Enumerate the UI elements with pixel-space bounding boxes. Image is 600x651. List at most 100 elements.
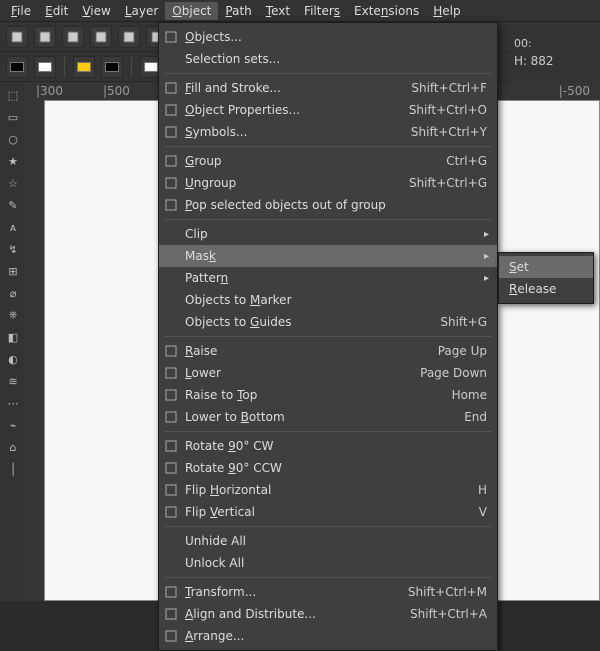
menuitem-pattern[interactable]: Pattern bbox=[159, 267, 497, 289]
dimension-readouts: 00: H: 882 bbox=[510, 22, 600, 82]
menuitem-label: Transform... bbox=[185, 585, 408, 599]
readout-h-label: H: bbox=[514, 54, 527, 68]
menuitem-flip-horizontal[interactable]: Flip HorizontalH bbox=[159, 479, 497, 501]
menuitem-flip-vertical[interactable]: Flip VerticalV bbox=[159, 501, 497, 523]
menuitem-label: Raise bbox=[185, 344, 438, 358]
tool-10[interactable]: ⎈ bbox=[4, 306, 22, 324]
menuitem-object-properties[interactable]: Object Properties...Shift+Ctrl+O bbox=[159, 99, 497, 121]
menu-extensions[interactable]: Extensions bbox=[347, 2, 426, 20]
menuitem-symbols[interactable]: Symbols...Shift+Ctrl+Y bbox=[159, 121, 497, 143]
menuitem-label: Lower bbox=[185, 366, 420, 380]
open-button[interactable] bbox=[34, 26, 56, 48]
menuitem-objects-to-guides[interactable]: Objects to GuidesShift+G bbox=[159, 311, 497, 333]
menuitem-label: Arrange... bbox=[185, 629, 487, 643]
readout-h: H: 882 bbox=[514, 54, 596, 68]
tool-2[interactable]: ○ bbox=[4, 130, 22, 148]
tool-5[interactable]: ✎ bbox=[4, 196, 22, 214]
swatch-0[interactable] bbox=[6, 56, 28, 78]
menuitem-arrange[interactable]: Arrange... bbox=[159, 625, 497, 647]
raisetop-icon bbox=[163, 387, 179, 403]
menuitem-raise[interactable]: RaisePage Up bbox=[159, 340, 497, 362]
align-icon bbox=[163, 606, 179, 622]
submenuitem-release[interactable]: Release bbox=[499, 278, 593, 300]
import-button[interactable] bbox=[118, 26, 140, 48]
pop-icon bbox=[163, 197, 179, 213]
menuitem-label: Objects to Marker bbox=[185, 293, 487, 307]
menuitem-rotate-90-ccw[interactable]: Rotate 90° CCW bbox=[159, 457, 497, 479]
menuitem-group[interactable]: GroupCtrl+G bbox=[159, 150, 497, 172]
swatch-3[interactable] bbox=[101, 56, 123, 78]
tool-16[interactable]: ⌂ bbox=[4, 438, 22, 456]
menu-file[interactable]: File bbox=[4, 2, 38, 20]
menuitem-accel: V bbox=[479, 505, 487, 519]
menuitem-ungroup[interactable]: UngroupShift+Ctrl+G bbox=[159, 172, 497, 194]
swatch-2[interactable] bbox=[73, 56, 95, 78]
menuitem-lower[interactable]: LowerPage Down bbox=[159, 362, 497, 384]
menuitem-label: Lower to Bottom bbox=[185, 410, 464, 424]
menuitem-label: Symbols... bbox=[185, 125, 411, 139]
tool-13[interactable]: ≋ bbox=[4, 372, 22, 390]
rotcw-icon bbox=[163, 438, 179, 454]
rotccw-icon bbox=[163, 460, 179, 476]
swatch-1[interactable] bbox=[34, 56, 56, 78]
menuitem-accel: Ctrl+G bbox=[446, 154, 487, 168]
menuitem-label: Fill and Stroke... bbox=[185, 81, 411, 95]
tool-12[interactable]: ◐ bbox=[4, 350, 22, 368]
new-button[interactable] bbox=[6, 26, 28, 48]
readout-w: 00: bbox=[514, 37, 596, 50]
menuitem-label: Raise to Top bbox=[185, 388, 452, 402]
print-button[interactable] bbox=[90, 26, 112, 48]
tool-6[interactable]: ᴀ bbox=[4, 218, 22, 236]
menuitem-label: Group bbox=[185, 154, 446, 168]
menuitem-accel: End bbox=[464, 410, 487, 424]
menuitem-objects[interactable]: Objects... bbox=[159, 26, 497, 48]
menuitem-fill-and-stroke[interactable]: Fill and Stroke...Shift+Ctrl+F bbox=[159, 77, 497, 99]
menuitem-align-and-distribute[interactable]: Align and Distribute...Shift+Ctrl+A bbox=[159, 603, 497, 625]
ruler-tick: |500 bbox=[103, 84, 130, 98]
tool-7[interactable]: ↯ bbox=[4, 240, 22, 258]
fillstroke-icon bbox=[163, 80, 179, 96]
menuitem-accel: Page Up bbox=[438, 344, 487, 358]
menu-object[interactable]: Object bbox=[165, 2, 218, 20]
tool-3[interactable]: ★ bbox=[4, 152, 22, 170]
tool-15[interactable]: ⌁ bbox=[4, 416, 22, 434]
tool-0[interactable]: ⬚ bbox=[4, 86, 22, 104]
tool-4[interactable]: ☆ bbox=[4, 174, 22, 192]
menu-view[interactable]: View bbox=[75, 2, 117, 20]
tool-1[interactable]: ▭ bbox=[4, 108, 22, 126]
ruler-tick: |-500 bbox=[559, 84, 590, 98]
menuitem-accel: Shift+Ctrl+M bbox=[408, 585, 487, 599]
menuitem-label: Unlock All bbox=[185, 556, 487, 570]
menuitem-pop-selected-objects-out-of-group[interactable]: Pop selected objects out of group bbox=[159, 194, 497, 216]
save-button[interactable] bbox=[62, 26, 84, 48]
menuitem-transform[interactable]: Transform...Shift+Ctrl+M bbox=[159, 581, 497, 603]
menu-layer[interactable]: Layer bbox=[118, 2, 165, 20]
group-icon bbox=[163, 153, 179, 169]
menu-text[interactable]: Text bbox=[259, 2, 297, 20]
tool-9[interactable]: ⌀ bbox=[4, 284, 22, 302]
menuitem-rotate-90-cw[interactable]: Rotate 90° CW bbox=[159, 435, 497, 457]
menuitem-selection-sets[interactable]: Selection sets... bbox=[159, 48, 497, 70]
tool-17[interactable]: │ bbox=[4, 460, 22, 478]
menu-edit[interactable]: Edit bbox=[38, 2, 75, 20]
menuitem-mask[interactable]: Mask bbox=[159, 245, 497, 267]
menuitem-accel: Shift+Ctrl+F bbox=[411, 81, 487, 95]
menuitem-label: Ungroup bbox=[185, 176, 409, 190]
menu-help[interactable]: Help bbox=[426, 2, 467, 20]
tool-14[interactable]: ⋯ bbox=[4, 394, 22, 412]
menuitem-raise-to-top[interactable]: Raise to TopHome bbox=[159, 384, 497, 406]
menuitem-label: Flip Horizontal bbox=[185, 483, 478, 497]
ungroup-icon bbox=[163, 175, 179, 191]
raise-icon bbox=[163, 343, 179, 359]
menu-path[interactable]: Path bbox=[218, 2, 258, 20]
menuitem-unhide-all[interactable]: Unhide All bbox=[159, 530, 497, 552]
submenuitem-set[interactable]: Set bbox=[499, 256, 593, 278]
menuitem-lower-to-bottom[interactable]: Lower to BottomEnd bbox=[159, 406, 497, 428]
tool-8[interactable]: ⊞ bbox=[4, 262, 22, 280]
menuitem-objects-to-marker[interactable]: Objects to Marker bbox=[159, 289, 497, 311]
menu-filters[interactable]: Filters bbox=[297, 2, 347, 20]
menuitem-clip[interactable]: Clip bbox=[159, 223, 497, 245]
menuitem-unlock-all[interactable]: Unlock All bbox=[159, 552, 497, 574]
tool-11[interactable]: ◧ bbox=[4, 328, 22, 346]
menuitem-accel: Page Down bbox=[420, 366, 487, 380]
